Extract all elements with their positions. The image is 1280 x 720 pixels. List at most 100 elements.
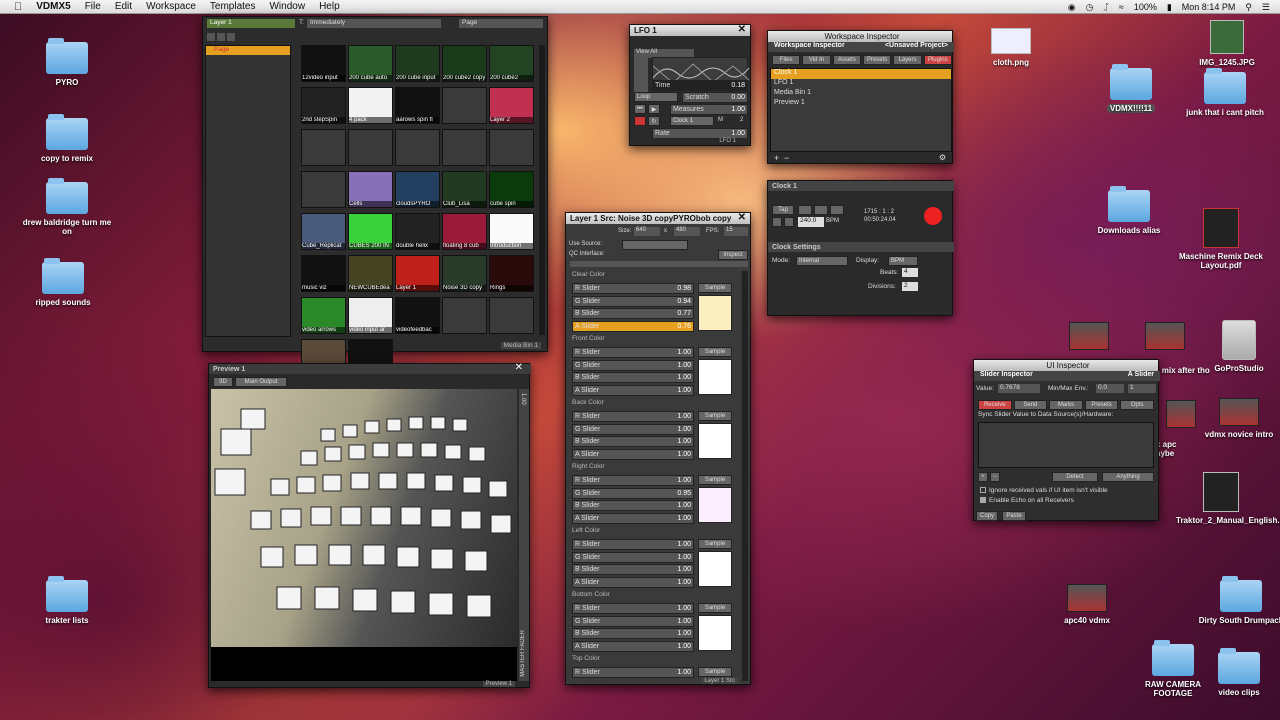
media-bin-clip[interactable]: Introduction — [489, 213, 534, 250]
media-bin-clip[interactable]: 4 pack — [348, 87, 393, 124]
desktop-video-apc40[interactable]: apc40 vdmx — [1042, 584, 1132, 625]
preview-mode-select[interactable]: 3D — [213, 377, 233, 387]
sample-button[interactable]: Sample — [698, 667, 732, 677]
clock-step-button-2[interactable] — [814, 205, 828, 215]
tab-opts[interactable]: Opts — [1120, 400, 1154, 410]
plugin-item-lfo[interactable]: LFO 1 — [771, 79, 951, 89]
value-field[interactable]: 0.7678 — [998, 384, 1040, 393]
color-slider[interactable]: A Slider 1.00 — [572, 448, 694, 460]
tap-button[interactable]: Tap — [772, 205, 794, 215]
sample-button[interactable]: Sample — [698, 347, 732, 357]
color-slider[interactable]: A Slider 0.76 — [572, 320, 694, 332]
media-bin-clip[interactable]: Cube_Replicat — [301, 213, 346, 250]
display-select[interactable]: BPM — [888, 256, 918, 266]
media-bin-clip[interactable]: videofeedbac — [395, 297, 440, 334]
color-slider[interactable]: B Slider 1.00 — [572, 372, 694, 383]
desktop-folder-dirty[interactable]: Dirty South Drumpack — [1196, 576, 1280, 625]
page-list-item[interactable]: Page — [206, 46, 290, 55]
checkbox[interactable] — [980, 497, 986, 503]
record-icon[interactable]: ◉ — [1068, 2, 1076, 13]
sample-button[interactable]: Sample — [698, 475, 732, 485]
menu-edit[interactable]: Edit — [115, 1, 132, 12]
menu-file[interactable]: File — [85, 1, 101, 12]
page-select[interactable]: Page — [459, 19, 543, 28]
tab-send[interactable]: Send — [1013, 400, 1048, 410]
color-swatch[interactable] — [698, 423, 732, 459]
media-bin-clip[interactable]: NEWCUBEdea — [348, 255, 393, 292]
color-swatch[interactable] — [698, 551, 732, 587]
plugin-item-clock[interactable]: Clock 1 — [771, 69, 951, 79]
color-slider[interactable]: G Slider 1.00 — [572, 359, 694, 371]
add-page-button[interactable] — [227, 33, 235, 41]
desktop-folder-trakter[interactable]: trakter lists — [22, 576, 112, 625]
echo-option[interactable]: Enable Echo on all Receivers — [980, 497, 1074, 504]
lfo-measures-slider[interactable]: Measures 1.00 — [670, 104, 748, 115]
color-slider[interactable]: B Slider 1.00 — [572, 500, 694, 511]
desktop-folder-ripped[interactable]: ripped sounds — [18, 258, 108, 307]
divisions-field[interactable]: 2 — [902, 282, 918, 291]
media-bin-clip[interactable]: double helix — [395, 213, 440, 250]
color-slider[interactable]: B Slider 1.00 — [572, 436, 694, 447]
menu-workspace[interactable]: Workspace — [146, 1, 196, 12]
close-icon[interactable]: ✕ — [738, 24, 746, 35]
media-bin-clip[interactable] — [489, 297, 534, 334]
color-slider[interactable]: R Slider 0.98 — [572, 283, 694, 294]
clock-double-button[interactable] — [784, 217, 794, 227]
prev-page-button[interactable] — [207, 33, 215, 41]
tab-assets[interactable]: Assets — [832, 55, 861, 65]
color-slider[interactable]: B Slider 1.00 — [572, 564, 694, 575]
menu-app[interactable]: VDMX5 — [36, 1, 70, 12]
lfo-rewind-button[interactable]: ⏮ — [634, 104, 646, 114]
sample-button[interactable]: Sample — [698, 411, 732, 421]
menu-help[interactable]: Help — [319, 1, 340, 12]
use-source-select[interactable] — [622, 240, 688, 250]
refresh-icon[interactable]: ↻ — [648, 116, 660, 126]
preview-output-select[interactable]: Main Output — [235, 377, 287, 387]
color-slider[interactable]: R Slider 1.00 — [572, 475, 694, 486]
copy-button[interactable]: Copy — [976, 511, 998, 521]
apple-icon[interactable]:  — [14, 1, 22, 13]
mode-select[interactable]: Internal — [796, 256, 848, 266]
media-bin-clip[interactable]: floating 8 cub — [442, 213, 487, 250]
fps-field[interactable]: 15 — [724, 227, 748, 236]
desktop-folder-copy-to-remix[interactable]: copy to remix — [22, 114, 112, 163]
desktop-label-apc[interactable]: x apc aybe — [1156, 440, 1196, 458]
layer-source-scrollbar[interactable] — [742, 271, 748, 681]
media-bin-clip[interactable]: cube spin — [489, 171, 534, 208]
media-bin-clip[interactable] — [301, 171, 346, 208]
beats-field[interactable]: 4 — [902, 268, 918, 277]
color-slider[interactable]: R Slider 1.00 — [572, 539, 694, 550]
tab-receive[interactable]: Receive — [978, 400, 1012, 410]
clock-half-button[interactable] — [772, 217, 782, 227]
clock-step-button-3[interactable] — [830, 205, 844, 215]
desktop-folder-videoclips[interactable]: video clips — [1194, 648, 1280, 697]
tab-layers[interactable]: Layers — [893, 55, 922, 65]
color-swatch[interactable] — [698, 295, 732, 331]
desktop-file-traktor[interactable]: Traktor_2_Manual_English.pdf — [1176, 472, 1280, 525]
desktop-file-cloth[interactable]: cloth.png — [966, 28, 1056, 67]
tab-presets[interactable]: Presets — [862, 55, 892, 65]
add-receiver-button[interactable]: + — [978, 472, 988, 482]
media-bin-clip[interactable] — [442, 297, 487, 334]
color-slider[interactable]: A Slider 1.00 — [572, 384, 694, 396]
media-bin-clip[interactable]: 200 cube auto — [348, 45, 393, 82]
bpm-field[interactable]: 240.0 — [798, 217, 824, 227]
menu-templates[interactable]: Templates — [210, 1, 256, 12]
lfo-loop-select[interactable]: Loop — [634, 92, 678, 102]
sample-button[interactable]: Sample — [698, 539, 732, 549]
tab-marks[interactable]: Marks — [1049, 400, 1083, 410]
wifi-icon[interactable]: ≈ — [1119, 2, 1124, 12]
workspace-title-bar[interactable]: Workspace Inspector — [768, 31, 952, 42]
desktop-file-img[interactable]: IMG_1245.JPG — [1182, 20, 1272, 67]
close-icon[interactable]: ✕ — [738, 212, 746, 223]
lfo-scratch-slider[interactable]: Scratch 0.00 — [682, 92, 748, 103]
time-machine-icon[interactable]: ◷ — [1086, 2, 1094, 13]
ignore-option[interactable]: Ignore received vals if UI item isn't vi… — [980, 487, 1108, 494]
desktop-folder-vdmx[interactable]: VDMX!!!!11 — [1086, 64, 1176, 113]
desktop-folder-drew[interactable]: drew baldridge turn me on — [22, 178, 112, 236]
next-page-button[interactable] — [217, 33, 225, 41]
color-slider[interactable]: R Slider 1.00 — [572, 603, 694, 614]
detect-button[interactable]: Detect — [1052, 472, 1098, 482]
remove-plugin-button[interactable]: − — [784, 153, 789, 163]
master-fader[interactable]: 1.00 MASTER FADER — [519, 389, 529, 681]
